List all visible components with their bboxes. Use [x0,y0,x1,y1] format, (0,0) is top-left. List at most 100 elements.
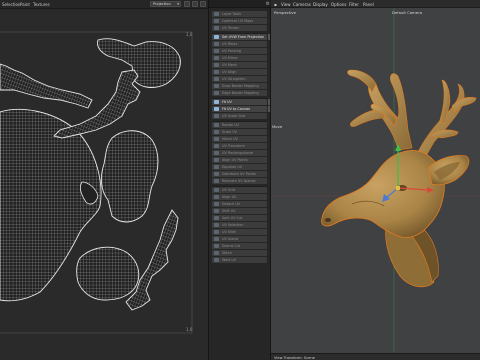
command-item[interactable]: Scale UV [212,129,267,135]
menu-cameras[interactable]: Cameras [293,2,311,7]
command-item[interactable]: UV Scale Grid [212,113,267,119]
command-item[interactable]: Fit UV [212,99,267,105]
command-label: Align UV [222,195,237,199]
command-icon [214,209,219,213]
command-label: Mirror UV [222,137,238,141]
command-item[interactable]: UV Mirror [212,55,267,61]
command-item[interactable]: UV Shell [212,229,267,235]
command-item[interactable]: Align UV Points [212,157,267,163]
uv-command-palette: ⚙ Layer Tools Optimize UV Maps UV Terrain S… [208,0,272,360]
menu-textures[interactable]: Textures [33,2,50,7]
command-label: Seams Cut [222,244,241,248]
command-icon [214,77,219,81]
command-item[interactable]: Equalize UV [212,164,267,170]
command-icon [214,137,219,141]
projection-select[interactable]: Projection ▾ [150,1,181,7]
command-item[interactable]: Optimize UV Maps [212,18,267,24]
command-label: Optimize UV Maps [222,19,254,23]
command-item[interactable]: UV Island [212,236,267,242]
command-icon [214,188,219,192]
command-item[interactable]: Rotate UV [212,122,267,128]
command-expand-handle[interactable] [268,34,270,40]
command-item[interactable]: Edge Border Mapping [212,90,267,96]
command-label: UV Grid [222,188,235,192]
command-icon [214,26,219,30]
command-label: UV Straighten [222,77,246,81]
menu-view[interactable]: View [281,2,291,7]
uv-toolbar-icon-c[interactable] [200,1,206,7]
command-icon [214,49,219,53]
deer-antler-right [417,79,477,157]
command-label: UV Scale Grid [222,114,246,118]
command-item[interactable]: Weld UV [212,257,267,263]
command-item[interactable]: UV Transform [212,143,267,149]
menu-display[interactable]: Display [313,2,328,7]
command-label: Shift UV [222,209,236,213]
viewport-panel[interactable]: ▪ View Cameras Display Options Filter Pa… [271,0,480,360]
command-icon [214,100,219,104]
command-item[interactable]: Split UV Cut [212,215,267,221]
viewport-menubar: ▪ View Cameras Display Options Filter Pa… [271,0,480,8]
command-label: UV Mirror [222,56,238,60]
command-label: Detach UV [222,202,240,206]
command-icon [214,223,219,227]
command-item[interactable]: Snap Border Mapping [212,83,267,89]
command-item[interactable]: Stitch [212,250,267,256]
camera-name-label[interactable]: Default Camera [392,10,422,15]
command-item[interactable]: UV Align [212,69,267,75]
menu-filter[interactable]: Filter [349,2,359,7]
menu-paint[interactable]: Paint [20,2,30,7]
command-label: UV Mesh [222,63,237,67]
command-item[interactable]: UV Relax [212,41,267,47]
command-item[interactable]: Relocate UV Islands [212,178,267,184]
uv-toolbar-icon-b[interactable] [192,1,198,7]
command-label: Edge Border Mapping [222,91,259,95]
command-label: Snap Border Mapping [222,84,259,88]
command-item[interactable]: Seams Cut [212,243,267,249]
command-item[interactable]: UV Rectangularize [212,150,267,156]
gear-icon[interactable]: ⚙ [266,1,270,7]
viewport-status-bar: View Transform: Scene [271,353,480,360]
viewport-options-icon[interactable]: ▪ [274,2,277,7]
command-expand-handle[interactable] [268,106,270,112]
command-icon [214,230,219,234]
command-item[interactable]: UV Terrain [212,25,267,31]
menu-panel[interactable]: Panel [363,2,374,7]
uv-canvas[interactable]: 1,0 1,0 [0,9,208,360]
command-item[interactable]: Layer Tools [212,11,267,17]
menu-options[interactable]: Options [331,2,346,7]
command-label: Distribute UV Points [222,172,256,176]
command-item[interactable]: Fit UV to Canvas [212,106,267,112]
command-item[interactable]: UV Straighten [212,76,267,82]
command-item[interactable]: UV Selection [212,222,267,228]
viewport-canvas[interactable] [271,8,480,353]
command-icon [214,42,219,46]
command-expand-handle[interactable] [268,99,270,105]
uv-editor-panel[interactable]: Selection Paint Textures Projection ▾ 1,… [0,0,208,360]
command-item[interactable]: Detach UV [212,201,267,207]
uv-coord-top: 1,0 [186,32,193,37]
command-icon [214,84,219,88]
command-item[interactable]: Shift UV [212,208,267,214]
command-icon [214,114,219,118]
command-item[interactable]: Align UV [212,194,267,200]
command-item[interactable]: UV Grid [212,187,267,193]
command-item[interactable]: UV Packing [212,48,267,54]
command-item[interactable]: Set UVW From Projection [212,34,267,40]
command-item[interactable]: Mirror UV [212,136,267,142]
command-label: UV Selection [222,223,244,227]
palette-header: ⚙ [209,0,272,8]
command-icon [214,216,219,220]
command-item[interactable]: Distribute UV Points [212,171,267,177]
projection-select-value: Projection [153,2,171,6]
command-label: UV Rectangularize [222,151,254,155]
uv-toolbar-icon-a[interactable] [184,1,190,7]
chevron-down-icon: ▾ [177,2,179,6]
command-icon [214,251,219,255]
command-item[interactable]: UV Mesh [212,62,267,68]
command-label: Relocate UV Islands [222,179,256,183]
menu-selection[interactable]: Selection [2,2,20,7]
command-icon [214,158,219,162]
command-icon [214,70,219,74]
command-icon [214,123,219,127]
